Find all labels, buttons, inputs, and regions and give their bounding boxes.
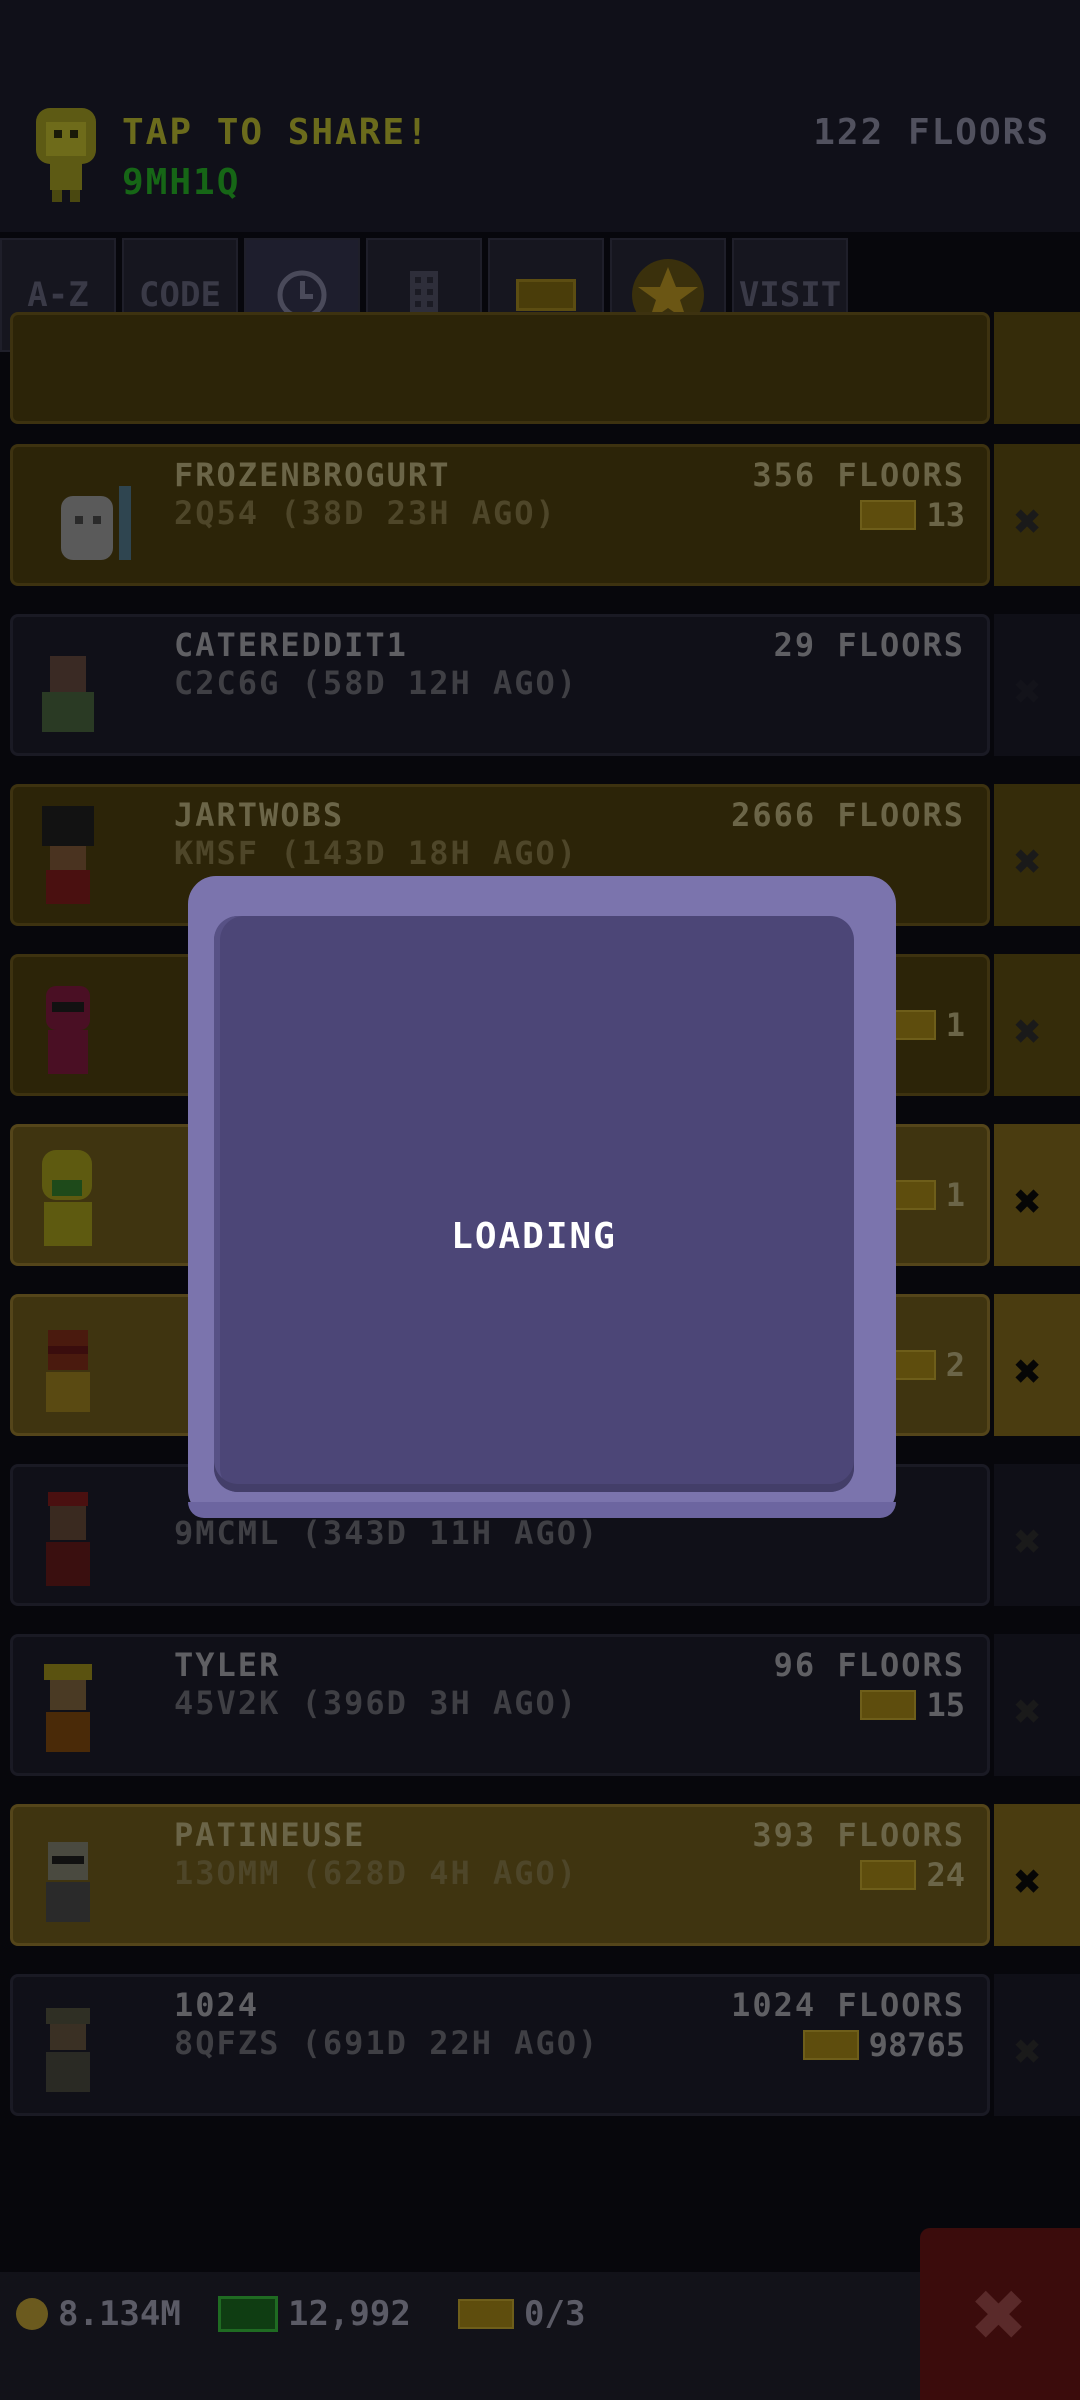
list-item[interactable]: FROZENBROGURT 2Q54 (38D 23H AGO) 356 FLO… [0, 436, 1080, 594]
friend-avatar [44, 1664, 92, 1752]
friend-name: CATEREDDIT1 [174, 626, 408, 664]
friend-avatar [46, 1492, 90, 1586]
ticket-icon [860, 1690, 917, 1720]
friend-floors: 29 FLOORS [773, 626, 965, 664]
remove-friend-icon[interactable]: ✖ [1014, 2024, 1042, 2078]
friend-name: JARTWOBS [174, 796, 345, 834]
ticket-icon [458, 2299, 514, 2329]
remove-friend-icon[interactable]: ✖ [1014, 664, 1042, 718]
friend-name: PATINEUSE [174, 1816, 366, 1854]
list-item[interactable]: 1024 8QFZS (691D 22H AGO) 1024 FLOORS 98… [0, 1966, 1080, 2124]
friend-floors: 356 FLOORS [752, 456, 965, 494]
bux-display: 12,992 [218, 2294, 411, 2334]
friend-floors: 393 FLOORS [752, 1816, 965, 1854]
friend-code: 45V2K (396D 3H AGO) [174, 1684, 579, 1722]
friend-tickets: 13 [860, 496, 965, 534]
friend-avatar [42, 1150, 92, 1246]
friend-tickets: 15 [860, 1686, 965, 1724]
remove-friend-icon[interactable]: ✖ [1014, 1684, 1042, 1738]
friend-avatar [61, 486, 131, 560]
coins-display: 8.134M [16, 2294, 181, 2334]
loading-text: LOADING [451, 1216, 617, 1257]
ticket-icon [860, 500, 917, 530]
close-button[interactable]: ✖ [920, 2228, 1080, 2400]
friend-tickets: 98765 [802, 2026, 965, 2064]
list-item[interactable]: TYLER 45V2K (396D 3H AGO) 96 FLOORS 15 ✖ [0, 1626, 1080, 1784]
remove-friend-icon[interactable]: ✖ [1014, 834, 1042, 888]
ticket-icon [802, 2030, 859, 2060]
friend-code: 9MCML (343D 11H AGO) [174, 1514, 600, 1552]
ticket-icon [860, 1860, 917, 1890]
close-icon: ✖ [972, 2260, 1028, 2368]
friend-code: C2C6G (58D 12H AGO) [174, 664, 579, 702]
friend-floors: 96 FLOORS [773, 1646, 965, 1684]
friend-avatar [42, 656, 94, 732]
friend-avatar [46, 986, 90, 1074]
loading-dialog: LOADING [188, 876, 896, 1518]
friend-name: FROZENBROGURT [174, 456, 451, 494]
ticket-icon [516, 279, 576, 311]
friend-code: 13OMM (628D 4H AGO) [174, 1854, 579, 1892]
friend-avatar [46, 1842, 90, 1922]
friend-code: 8QFZS (691D 22H AGO) [174, 2024, 600, 2062]
friend-avatar [46, 2008, 90, 2092]
friend-code: 2Q54 (38D 23H AGO) [174, 494, 557, 532]
tickets-display: 0/3 [458, 2294, 585, 2334]
friend-floors: 2666 FLOORS [731, 796, 965, 834]
friend-name: TYLER [174, 1646, 281, 1684]
currency-bar [0, 2272, 1080, 2400]
player-code[interactable]: 9MH1Q [122, 162, 240, 203]
friend-tickets: 24 [860, 1856, 965, 1894]
list-item[interactable] [0, 312, 1080, 432]
tap-to-share-label[interactable]: TAP TO SHARE! [122, 112, 430, 153]
friend-avatar [42, 806, 94, 904]
player-floors: 122 FLOORS [813, 112, 1050, 153]
friend-code: KMSF (143D 18H AGO) [174, 834, 579, 872]
remove-friend-icon[interactable]: ✖ [1014, 1004, 1042, 1058]
remove-friend-icon[interactable]: ✖ [1014, 1344, 1042, 1398]
remove-friend-icon[interactable]: ✖ [1014, 1174, 1042, 1228]
friend-name: 1024 [174, 1986, 260, 2024]
friend-avatar [46, 1330, 90, 1412]
remove-friend-icon[interactable]: ✖ [1014, 494, 1042, 548]
list-item[interactable]: CATEREDDIT1 C2C6G (58D 12H AGO) 29 FLOOR… [0, 606, 1080, 764]
list-item[interactable]: PATINEUSE 13OMM (628D 4H AGO) 393 FLOORS… [0, 1796, 1080, 1954]
player-avatar[interactable] [28, 104, 104, 204]
coin-icon [16, 2298, 48, 2330]
remove-friend-icon[interactable]: ✖ [1014, 1854, 1042, 1908]
remove-friend-icon[interactable]: ✖ [1014, 1514, 1042, 1568]
bux-icon [218, 2296, 278, 2332]
friend-floors: 1024 FLOORS [731, 1986, 965, 2024]
